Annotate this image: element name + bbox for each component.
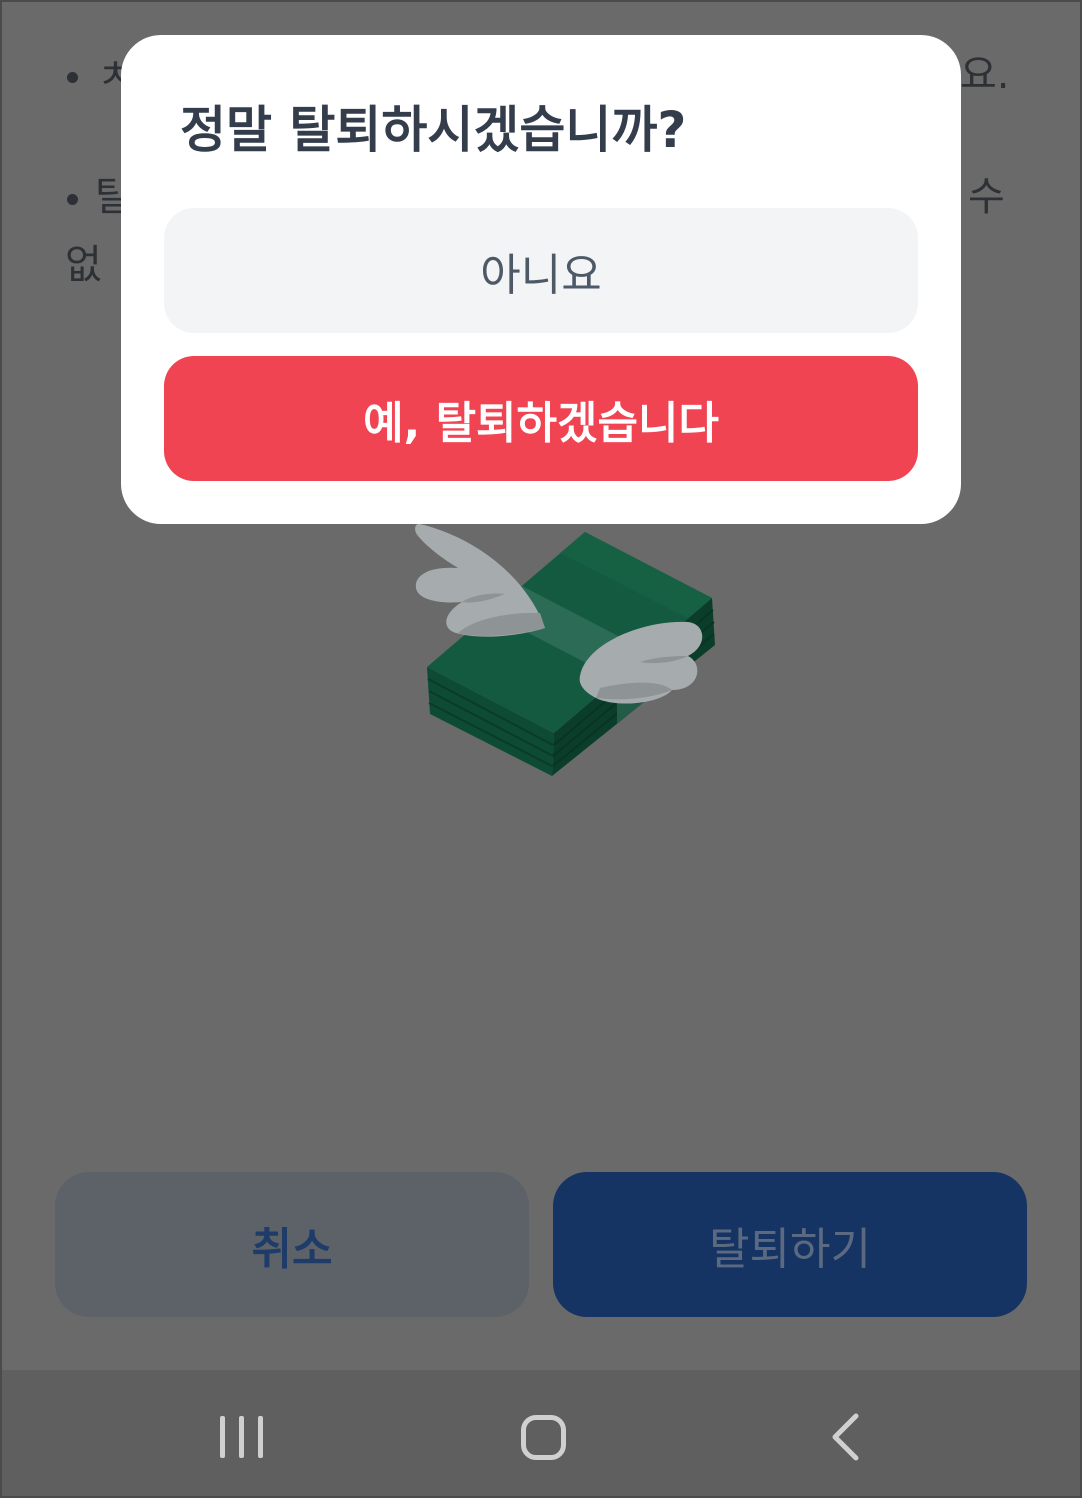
recent-apps-icon[interactable] [218, 1416, 266, 1458]
withdraw-confirm-dialog: 정말 탈퇴하시겠습니까? 아니요 예, 탈퇴하겠습니다 [121, 35, 961, 524]
dialog-no-button[interactable]: 아니요 [164, 208, 918, 333]
dialog-title: 정말 탈퇴하시겠습니까? [180, 101, 687, 159]
dialog-no-label: 아니요 [480, 249, 602, 301]
home-icon[interactable] [521, 1415, 566, 1460]
app-screen: ㅊ 요. 탈 수 없 취소 탈퇴하기 정말 탈퇴하시겠습니까? 아니요 예, 탈… [0, 0, 1082, 1498]
system-nav-bar [0, 1370, 1082, 1498]
back-icon[interactable] [828, 1412, 864, 1462]
dialog-confirm-label: 예, 탈퇴하겠습니다 [363, 397, 719, 449]
dialog-confirm-withdraw-button[interactable]: 예, 탈퇴하겠습니다 [164, 356, 918, 481]
